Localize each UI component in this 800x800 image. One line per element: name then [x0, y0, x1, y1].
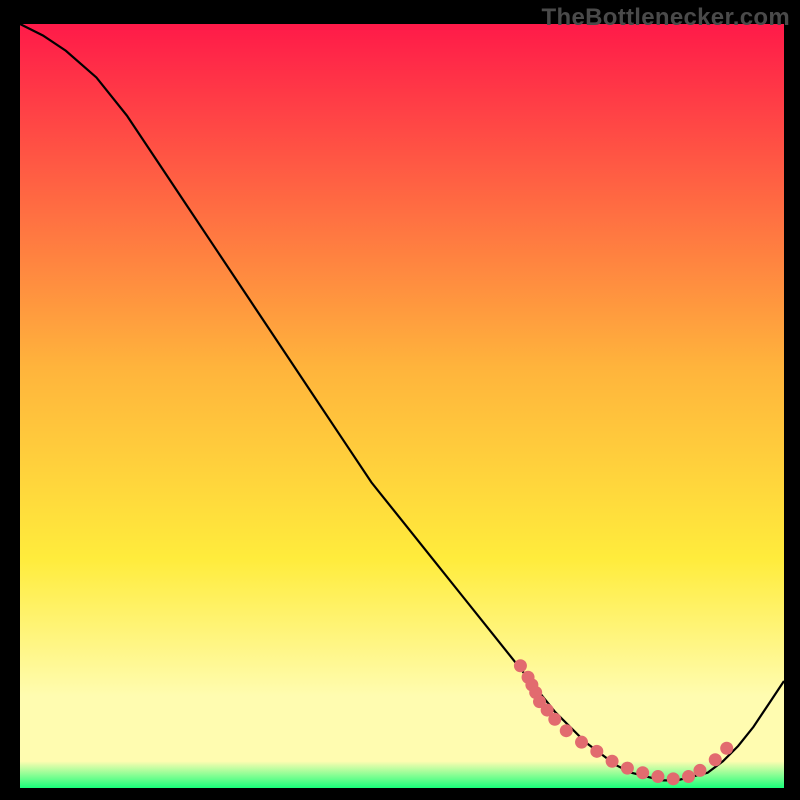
data-dot	[575, 736, 588, 749]
data-dot	[590, 745, 603, 758]
data-dot	[693, 764, 706, 777]
bottleneck-chart	[20, 24, 784, 788]
data-dot	[709, 753, 722, 766]
data-dot	[682, 770, 695, 783]
data-dot	[514, 659, 527, 672]
data-dot	[720, 742, 733, 755]
gradient-background	[20, 24, 784, 788]
data-dot	[621, 762, 634, 775]
data-dot	[606, 755, 619, 768]
data-dot	[548, 713, 561, 726]
data-dot	[636, 766, 649, 779]
data-dot	[651, 770, 664, 783]
data-dot	[667, 772, 680, 785]
chart-frame: TheBottlenecker.com	[0, 0, 800, 800]
data-dot	[560, 724, 573, 737]
watermark-text: TheBottlenecker.com	[542, 4, 790, 32]
